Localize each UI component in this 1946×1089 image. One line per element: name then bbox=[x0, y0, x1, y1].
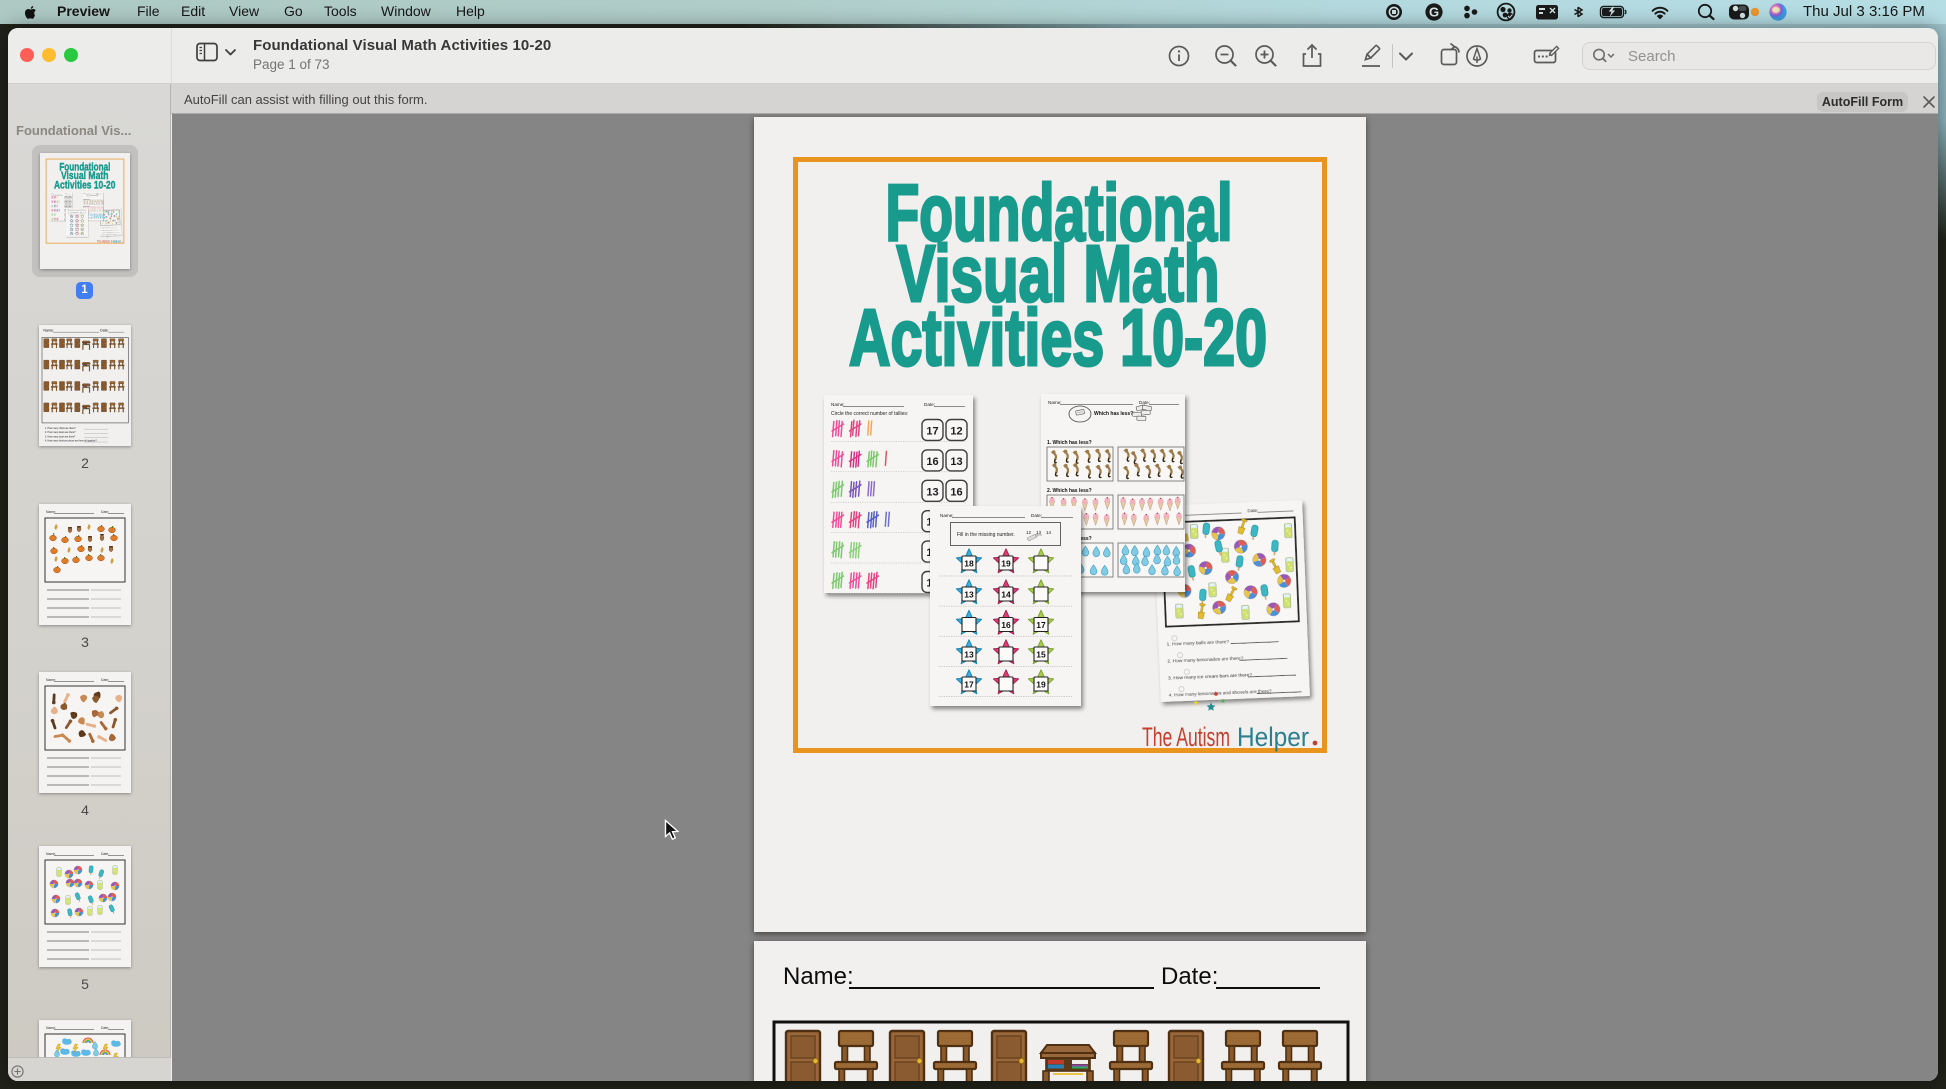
svg-text:G: G bbox=[1429, 5, 1439, 20]
